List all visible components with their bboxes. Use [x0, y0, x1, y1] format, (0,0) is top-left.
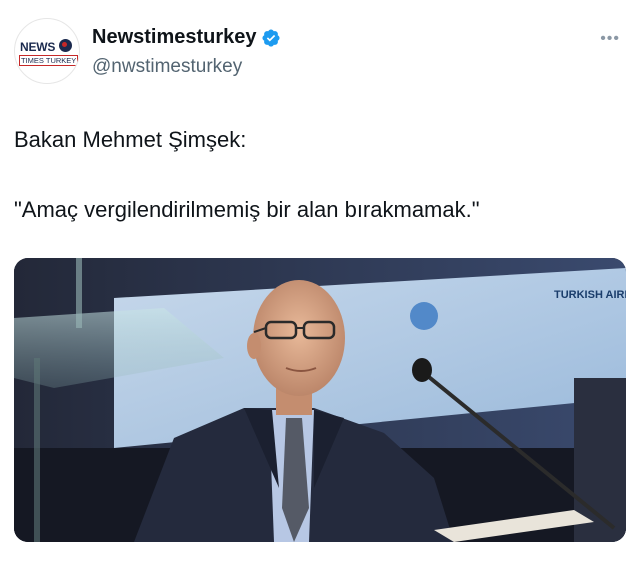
handle[interactable]: @nwstimesturkey — [92, 56, 242, 78]
display-name[interactable]: Newstimesturkey — [92, 26, 257, 49]
avatar[interactable]: NEWS TIMES TURKEY — [14, 18, 80, 84]
more-options-icon[interactable]: ••• — [600, 30, 620, 48]
tweet-photo[interactable]: TURKISH AIRLINES — [14, 258, 626, 542]
tweet-text-line2: "Amaç vergilendirilmemiş bir alan bırakm… — [14, 197, 480, 222]
sign-text: TURKISH AIRLINES — [554, 289, 626, 301]
tweet-text-line1: Bakan Mehmet Şimşek: — [14, 127, 247, 152]
photo-illustration: TURKISH AIRLINES — [14, 258, 626, 542]
name-row: Newstimesturkey — [92, 26, 281, 49]
tweet-header: NEWS TIMES TURKEY Newstimesturkey @nwsti… — [14, 16, 626, 86]
avatar-logo-bottom: TIMES TURKEY — [19, 55, 79, 66]
globe-icon — [59, 39, 72, 52]
verified-badge-icon — [261, 28, 281, 48]
avatar-logo-top: NEWS — [20, 40, 56, 54]
